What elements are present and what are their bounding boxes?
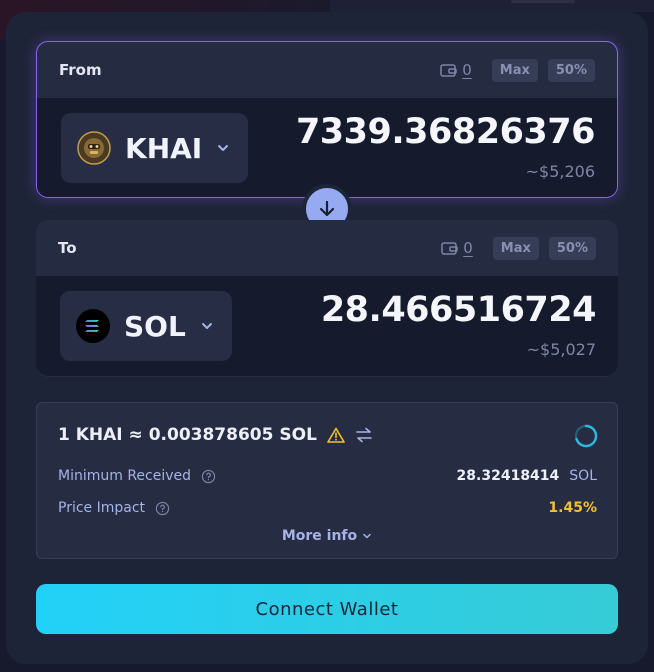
to-max-button[interactable]: Max (492, 236, 539, 260)
price-impact-label: Price Impact (58, 500, 146, 516)
from-balance-value: 0 (462, 61, 472, 79)
khai-token-logo (77, 131, 111, 165)
price-impact-row: Price Impact 1.45% (58, 500, 597, 516)
from-input-area: KHAI 7339.36826376 ~$5,206 (37, 98, 617, 197)
to-token-selector[interactable]: SOL (60, 291, 232, 361)
to-input-area: SOL 28.466516724 ~$5,027 (36, 276, 618, 376)
price-impact-label-wrap: Price Impact (58, 500, 548, 516)
from-max-button[interactable]: Max (491, 58, 538, 82)
min-received-value: 28.32418414 (456, 468, 560, 484)
from-half-button[interactable]: 50% (547, 58, 595, 82)
from-header: From 0 Max 50% (37, 42, 617, 98)
to-amount-value: 28.466516724 (320, 290, 597, 330)
wallet-icon (441, 242, 458, 255)
loading-spinner-icon[interactable] (574, 424, 598, 448)
more-info-toggle[interactable]: More info (37, 528, 617, 544)
swap-details: 1 KHAI ≈ 0.003878605 SOL Minimum Receive… (36, 402, 618, 559)
from-title: From (59, 61, 102, 79)
top-strip-pill (511, 0, 575, 3)
sol-token-logo (76, 309, 110, 343)
swap-horizontal-icon[interactable] (355, 427, 373, 443)
to-balance-value: 0 (463, 239, 473, 257)
min-received-row: Minimum Received 28.32418414 SOL (58, 468, 597, 484)
arrow-down-icon (319, 200, 335, 217)
exchange-rate: 1 KHAI ≈ 0.003878605 SOL (58, 425, 317, 445)
chevron-down-icon (218, 145, 229, 151)
to-token-symbol: SOL (124, 309, 186, 343)
chevron-down-icon (363, 533, 371, 539)
price-impact-value: 1.45% (548, 500, 597, 516)
from-balance[interactable]: 0 (440, 61, 472, 79)
exchange-rate-row: 1 KHAI ≈ 0.003878605 SOL (58, 425, 373, 445)
wallet-icon (440, 64, 457, 77)
from-usd-value: ~$5,206 (525, 162, 595, 181)
to-panel: To 0 Max 50% SOL 28.466516724 ~$5,027 (36, 220, 618, 377)
top-strip (330, 0, 654, 12)
question-circle-icon[interactable] (201, 469, 216, 484)
chevron-down-icon (201, 323, 212, 329)
from-panel: From 0 Max 50% KHAI 7339.36826376 ~$5,20… (36, 41, 618, 198)
min-received-label-wrap: Minimum Received (58, 468, 457, 484)
connect-wallet-button[interactable]: Connect Wallet (36, 584, 618, 634)
min-received-unit: SOL (569, 468, 597, 484)
to-usd-value: ~$5,027 (526, 340, 596, 359)
to-half-button[interactable]: 50% (548, 236, 596, 260)
to-header: To 0 Max 50% (36, 220, 618, 276)
to-title: To (58, 239, 77, 257)
to-balance[interactable]: 0 (441, 239, 473, 257)
from-token-symbol: KHAI (125, 131, 203, 165)
min-received-label: Minimum Received (58, 468, 192, 484)
warning-icon (327, 427, 345, 443)
more-info-label: More info (281, 528, 358, 544)
from-token-selector[interactable]: KHAI (61, 113, 249, 183)
question-circle-icon[interactable] (155, 501, 170, 516)
from-amount-input[interactable]: 7339.36826376 (296, 112, 596, 152)
